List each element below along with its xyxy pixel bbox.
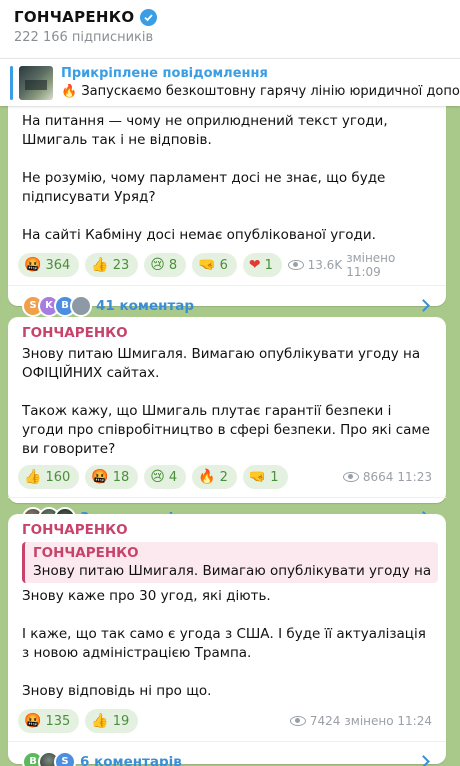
message-paragraph: І каже, що так само є угода з США. І буд… [22, 626, 426, 661]
message-paragraph: Не розумію, чому парламент досі не знає,… [22, 170, 386, 205]
message-time: змінено 11:09 [346, 251, 396, 279]
quote-author: ГОНЧАРЕНКО [33, 545, 139, 561]
pinned-thumbnail [19, 65, 53, 100]
message-meta: 13.6K змінено 11:09 [287, 251, 436, 279]
channel-title: ГОНЧАРЕНКО [14, 8, 135, 26]
reaction-count: 23 [112, 257, 130, 273]
views-icon [287, 260, 304, 270]
message-author[interactable]: ГОНЧАРЕНКО [8, 317, 446, 345]
message-author[interactable]: ГОНЧАРЕНКО [8, 514, 446, 542]
heart-icon: ❤ [248, 257, 261, 273]
reaction-count: 18 [112, 469, 130, 485]
reaction-count: 4 [168, 469, 178, 485]
channel-header[interactable]: ГОНЧАРЕНКО 222 166 підписників [0, 0, 460, 58]
reaction-chip[interactable]: 😢 8 [144, 253, 187, 277]
pinned-text: Запускаємо безкоштовну гарячу лінію юрид… [81, 84, 460, 99]
reaction-count: 19 [112, 713, 130, 729]
message-paragraph: Знову питаю Шмигаля. Вимагаю опублікуват… [22, 346, 421, 381]
reaction-chip[interactable]: 🤬 364 [18, 253, 80, 277]
message-time: змінено 11:24 [344, 714, 432, 728]
message-paragraph: На сайті Кабміну досі немає опубліковано… [22, 227, 376, 243]
reaction-count: 160 [45, 469, 71, 485]
reaction-count: 2 [219, 469, 228, 485]
chevron-right-icon [417, 299, 430, 312]
pinned-label: Прикріплене повідомлення [61, 66, 268, 81]
comments-count: 41 коментар [96, 297, 195, 314]
reaction-chip[interactable]: 🤜 6 [192, 253, 237, 277]
comments-link[interactable]: B S 6 коментарів [8, 741, 446, 766]
reaction-chip[interactable]: 🔥 2 [192, 465, 237, 489]
pinned-text-row: 🔥 Запускаємо безкоштовну гарячу лінію юр… [61, 84, 460, 99]
message-bubble: ГОНЧАРЕНКО ГОНЧАРЕНКО Знову питаю Шмигал… [8, 514, 446, 766]
reaction-count: 1 [264, 257, 273, 273]
reaction-count: 364 [45, 257, 71, 273]
reaction-chip[interactable]: 👍 160 [18, 465, 80, 489]
reaction-chip[interactable]: 🤬 135 [18, 709, 80, 733]
quote-text: Знову питаю Шмигаля. Вимагаю опублікуват… [33, 563, 430, 579]
subscriber-count: 222 166 підписників [14, 30, 154, 45]
reactions-row: 🤬 364 👍 23 😢 8 🤜 6 ❤ 1 13.6K змінено 11:09 [8, 251, 446, 279]
angry-face-icon: 🤬 [24, 257, 42, 273]
message-bubble: На питання — чому не оприлюднений текст … [8, 106, 446, 317]
thumbs-up-icon: 👍 [24, 469, 42, 485]
message-paragraph: Також кажу, що Шмигаль плутає гарантії б… [22, 403, 430, 457]
reaction-chip[interactable]: ❤ 1 [242, 253, 282, 277]
fire-icon: 🔥 [198, 469, 216, 485]
commenter-avatars: B S [22, 750, 76, 766]
commenter-avatars: S K B [22, 294, 92, 317]
message-paragraph: Знову відповідь ні про що. [22, 683, 212, 699]
reaction-chip[interactable]: 👍 23 [85, 253, 139, 277]
view-count: 13.6K [307, 258, 343, 272]
reaction-chip[interactable]: 🤬 18 [85, 465, 139, 489]
view-count: 7424 [309, 714, 341, 728]
thumbs-up-icon: 👍 [91, 713, 109, 729]
pinned-indicator [10, 65, 13, 100]
reactions-row: 👍 160 🤬 18 😢 4 🔥 2 🤜 1 8664 11:23 [8, 465, 446, 489]
views-icon [342, 472, 359, 482]
message-time: 11:23 [397, 470, 432, 484]
comments-count: 6 коментарів [80, 753, 182, 766]
reactions-row: 🤬 135 👍 19 7424 змінено 11:24 [8, 709, 446, 733]
message-meta: 8664 11:23 [342, 470, 436, 484]
pinned-message-bar[interactable]: Прикріплене повідомлення 🔥 Запускаємо бе… [0, 58, 460, 106]
message-bubble: ГОНЧАРЕНКО Знову питаю Шмигаля. Вимагаю … [8, 317, 446, 529]
reaction-chip[interactable]: 👍 19 [85, 709, 139, 733]
reply-quote[interactable]: ГОНЧАРЕНКО Знову питаю Шмигаля. Вимагаю … [22, 542, 438, 583]
crying-face-icon: 😢 [150, 469, 165, 485]
reaction-count: 1 [270, 469, 279, 485]
fist-icon: 🤜 [248, 469, 267, 485]
view-count: 8664 [362, 470, 394, 484]
reaction-count: 8 [168, 257, 178, 273]
angry-face-icon: 🤬 [24, 713, 42, 729]
reaction-count: 135 [45, 713, 71, 729]
message-meta: 7424 змінено 11:24 [289, 714, 436, 728]
reaction-count: 6 [219, 257, 228, 273]
message-paragraph: Знову каже про 30 угод, які діють. [22, 588, 271, 604]
thumbs-up-icon: 👍 [91, 257, 109, 273]
avatar [70, 294, 92, 317]
reaction-chip[interactable]: 😢 4 [144, 465, 187, 489]
avatar: S [54, 750, 76, 766]
reaction-chip[interactable]: 🤜 1 [242, 465, 288, 489]
chevron-right-icon [417, 755, 430, 766]
fire-icon: 🔥 [61, 84, 78, 99]
fist-icon: 🤜 [198, 257, 216, 273]
message-paragraph: На питання — чому не оприлюднений текст … [22, 113, 388, 148]
message-feed[interactable]: На питання — чому не оприлюднений текст … [0, 106, 460, 766]
crying-face-icon: 😢 [150, 257, 165, 273]
angry-face-icon: 🤬 [91, 469, 109, 485]
verified-icon [140, 8, 158, 26]
views-icon [289, 716, 306, 726]
